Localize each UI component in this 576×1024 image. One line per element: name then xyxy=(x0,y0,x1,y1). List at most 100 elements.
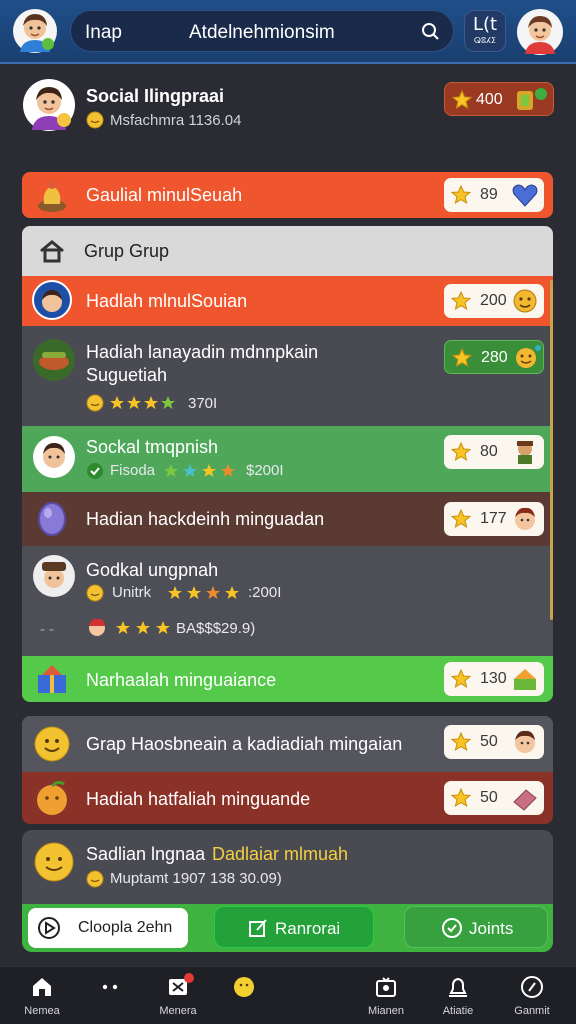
gift-box-icon xyxy=(38,665,66,693)
face-icon xyxy=(515,507,535,530)
list-item-label: Grap Haosbneain a kadiadiah mingaian xyxy=(86,734,403,754)
points-chip[interactable]: 80 xyxy=(444,435,544,469)
list-item-7[interactable]: Narhaalah minguaiance 130 xyxy=(22,656,553,702)
profile-subtitle: Msfachmra 1136.04 xyxy=(110,112,242,129)
user-avatar[interactable] xyxy=(12,8,58,54)
star-icon xyxy=(451,509,471,529)
points-value: 50 xyxy=(480,789,498,806)
points-value: 280 xyxy=(481,349,508,366)
points-chip[interactable]: 130 xyxy=(444,662,544,696)
nav-home[interactable]: Nemea xyxy=(12,975,72,1017)
edit-icon xyxy=(249,919,267,937)
heart-gem-icon xyxy=(512,184,538,207)
points-chip[interactable]: 200 xyxy=(444,284,544,318)
list-item-3[interactable]: Hadiah lanayadin mdnnpkain Suguetiah 370… xyxy=(22,326,553,426)
fruit-icon xyxy=(37,780,67,815)
coin-icon xyxy=(86,584,104,602)
reward-bag-icon xyxy=(38,181,66,212)
list-item-meta-label: Fisoda xyxy=(110,462,156,479)
nav-messages-label: Mianen xyxy=(367,1005,405,1017)
list-item-title-line1: Hadiah lanayadin mdnnpkain xyxy=(86,342,319,362)
nav-home-label: Nemea xyxy=(24,1005,60,1017)
profile-score-chip[interactable]: 400 xyxy=(444,82,554,116)
points-chip[interactable]: 50 xyxy=(444,725,544,759)
profile-avatar-large[interactable] xyxy=(22,78,76,132)
avatar-icon xyxy=(33,555,75,597)
language-glyph: L(t xyxy=(472,14,498,35)
points-chip[interactable]: 50 xyxy=(444,781,544,815)
group-card: Grup Grup Hadlah mlnulSouian 200 Hadiah … xyxy=(22,226,553,702)
star-icon xyxy=(451,291,471,311)
bell-icon xyxy=(449,977,467,997)
primary-action-button[interactable]: Ranrorai xyxy=(214,906,374,948)
cake-icon xyxy=(514,669,536,690)
group-header: Grup Grup xyxy=(22,226,553,276)
rating-stars-secondary xyxy=(116,621,170,634)
star-icon xyxy=(452,90,472,110)
nav-messages[interactable]: Mianen xyxy=(356,975,416,1017)
nav-alerts[interactable]: Atiatie xyxy=(428,975,488,1017)
group-title: Grup Grup xyxy=(84,241,170,261)
nav-account-label: Ganmit xyxy=(514,1005,550,1017)
join-label: Joints xyxy=(469,919,514,938)
points-chip[interactable]: 89 xyxy=(444,178,544,212)
search-icon[interactable] xyxy=(419,19,443,43)
action-bar: Cloopla 2ehn Ranrorai Joints xyxy=(22,904,553,952)
points-chip[interactable]: 177 xyxy=(444,502,544,536)
list-item-2[interactable]: Hadlah mlnulSouian 200 xyxy=(22,276,553,326)
inbox-icon xyxy=(376,977,396,997)
list-item-5[interactable]: Hadian hackdeinh minguadan 177 xyxy=(22,492,553,546)
nav-more[interactable] xyxy=(80,975,140,1005)
list-item-label-highlight: Dadlaiar mlmuah xyxy=(212,844,349,864)
profile-header: Social Ilingpraai Msfachmra 1136.04 400 xyxy=(22,78,556,138)
list-item-meta: :200I xyxy=(248,584,282,601)
list-item-9[interactable]: Hadiah hatfaliah minguande 50 xyxy=(22,772,553,824)
search-bar[interactable]: Inap Atdelnehmionsim xyxy=(70,10,454,52)
star-icon xyxy=(451,442,471,462)
nav-account[interactable]: Ganmit xyxy=(502,975,562,1017)
scrollbar[interactable] xyxy=(550,280,553,620)
list-item-4[interactable]: Sockal tmqpnish Fisoda $200I 80 xyxy=(22,426,553,492)
points-chip[interactable]: 280 xyxy=(444,340,544,374)
join-button[interactable]: Joints xyxy=(404,906,548,948)
star-icon xyxy=(451,732,471,752)
home-icon xyxy=(40,240,64,263)
list-item-title-line2: Suguetiah xyxy=(86,365,168,385)
nav-center[interactable] xyxy=(214,975,274,1005)
list-item-6[interactable]: Godkal ungpnah Unitrk :200I - - BA$$$29.… xyxy=(22,546,553,656)
list-item-10[interactable]: Sadlian lngnaa Dadlaiar mlmuah Muptamt 1… xyxy=(22,830,553,904)
home-icon xyxy=(33,978,51,996)
top-bar: Inap Atdelnehmionsim L(t ⵕⵓⵃⵉ xyxy=(0,0,576,64)
list-item-meta: 370I xyxy=(188,395,218,412)
star-icon xyxy=(451,185,471,205)
food-icon xyxy=(33,339,75,381)
list-item-8[interactable]: Grap Haosbneain a kadiadiah mingaian 50 xyxy=(22,716,553,772)
check-badge-icon xyxy=(87,463,103,479)
notification-badge xyxy=(184,973,194,983)
star-icon xyxy=(451,788,471,808)
list-item-label: Sadlian lngnaa xyxy=(86,844,206,864)
rating-stars xyxy=(164,464,235,477)
more-dots-icon xyxy=(102,984,118,990)
play-icon xyxy=(38,917,60,939)
list-item-1[interactable]: Gaulial minulSeuah 89 xyxy=(22,172,553,218)
nav-menu[interactable]: Menera xyxy=(148,973,208,1017)
chat-icon xyxy=(442,918,462,938)
profile-avatar[interactable] xyxy=(516,8,564,56)
secondary-action-button[interactable]: Cloopla 2ehn xyxy=(28,908,188,948)
list-item-meta: $200I xyxy=(246,462,284,479)
language-caption: ⵕⵓⵃⵉ xyxy=(473,36,497,45)
secondary-action-label: Cloopla 2ehn xyxy=(78,919,173,936)
search-title: Atdelnehmionsim xyxy=(189,22,335,43)
coin-icon xyxy=(86,870,104,888)
points-value: 130 xyxy=(480,670,507,687)
emoji-icon xyxy=(516,345,541,368)
bottom-nav: Nemea Menera Mianen Atiatie Ganmit xyxy=(0,966,576,1024)
primary-action-label: Ranrorai xyxy=(275,919,341,938)
points-value: 89 xyxy=(480,186,498,203)
language-button[interactable]: L(t ⵕⵓⵃⵉ xyxy=(464,10,506,52)
list-item-label: Hadian hackdeinh minguadan xyxy=(86,509,325,529)
coin-icon xyxy=(86,111,104,129)
points-value: 200 xyxy=(480,292,507,309)
star-icon xyxy=(452,348,472,368)
